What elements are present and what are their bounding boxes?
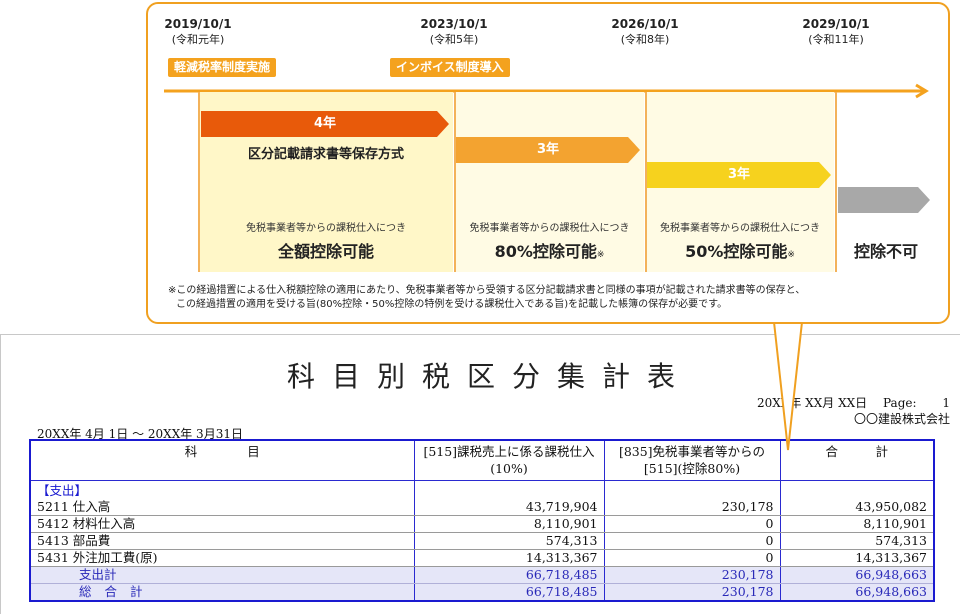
- footnote: ※この経過措置による仕入税額控除の適用にあたり、免税事業者等から受領する区分記載…: [168, 284, 938, 312]
- date-2019: 2019/10/1 (令和元年): [164, 17, 232, 46]
- date-2026: 2026/10/1 (令和8年): [611, 17, 679, 46]
- exempt-amount: 0: [603, 549, 780, 567]
- page-label: Page:: [883, 396, 917, 410]
- account-name: 外注加工費(原): [72, 549, 158, 565]
- account-name: 材料仕入高: [72, 515, 136, 531]
- result-none: 控除不可: [853, 242, 918, 261]
- tax-category-report: 科目別税区分集計表 20XX年 XX月 XX日 Page: 1 〇〇建設株式会社…: [0, 334, 960, 614]
- ledger-table: 科 目 [515]課税売上に係る課税仕入(10%) [835]免税事業者等からの…: [29, 439, 935, 602]
- exempt-amount: 230,178: [603, 498, 780, 516]
- exempt-amount: 0: [603, 515, 780, 533]
- date-2023: 2023/10/1 (令和5年): [420, 17, 488, 46]
- page-number: 1: [942, 396, 950, 410]
- footnote-line-1: ※この経過措置による仕入税額控除の適用にあたり、免税事業者等から受領する区分記載…: [168, 285, 806, 296]
- account-name: 仕入高: [72, 498, 111, 514]
- account-code: 5211: [37, 498, 69, 514]
- subtotal-total: 66,948,663: [779, 566, 934, 584]
- note-50: 免税事業者等からの課税仕入につき: [660, 223, 820, 234]
- result-80: 80%控除可能※: [494, 242, 605, 261]
- grand-total-total: 66,948,663: [779, 583, 934, 601]
- note-full: 免税事業者等からの課税仕入につき: [246, 223, 406, 234]
- header-account: 科 目: [30, 440, 414, 481]
- section-row: 【支出】: [30, 480, 934, 499]
- result-full: 全額控除可能: [277, 242, 374, 261]
- period-arrow-4y: 4年: [201, 111, 449, 137]
- total-amount: 43,950,082: [779, 498, 934, 516]
- account-code: 5431: [37, 549, 69, 565]
- total-amount: 8,110,901: [779, 515, 934, 533]
- subtotal-label: 支出計: [30, 566, 414, 584]
- report-title: 科目別税区分集計表: [286, 360, 692, 393]
- period-arrow-3y-a: 3年: [456, 137, 640, 163]
- method-label: 区分記載請求書等保存方式: [247, 147, 404, 162]
- taxable-amount: 43,719,904: [413, 498, 604, 516]
- tag-invoice-system: インボイス制度導入: [390, 58, 510, 77]
- table-row[interactable]: 5412 材料仕入高 8,110,901 0 8,110,901: [30, 515, 934, 533]
- subtotal-exempt: 230,178: [603, 566, 780, 584]
- period-arrow-3y-b: 3年: [647, 162, 831, 188]
- total-amount: 14,313,367: [779, 549, 934, 567]
- exempt-amount: 0: [603, 532, 780, 550]
- callout-pointer: [772, 319, 804, 451]
- taxable-amount: 8,110,901: [413, 515, 604, 533]
- footnote-line-2: この経過措置の適用を受ける旨(80%控除・50%控除の特例を受ける課税仕入である…: [176, 299, 728, 310]
- date-2029: 2029/10/1 (令和11年): [802, 17, 870, 46]
- table-row[interactable]: 5413 部品費 574,313 0 574,313: [30, 532, 934, 550]
- note-80: 免税事業者等からの課税仕入につき: [469, 223, 630, 234]
- taxable-amount: 14,313,367: [413, 549, 604, 567]
- account-code: 5412: [37, 515, 69, 531]
- account-name: 部品費: [72, 532, 111, 548]
- account-code: 5413: [37, 532, 69, 548]
- grand-total-taxable: 66,718,485: [413, 583, 604, 601]
- table-row[interactable]: 5431 外注加工費(原) 14,313,367 0 14,313,367: [30, 549, 934, 567]
- subtotal-taxable: 66,718,485: [413, 566, 604, 584]
- header-exempt: [835]免税事業者等からの[515](控除80%): [603, 440, 780, 481]
- section-label: 【支出】: [37, 482, 88, 498]
- header-taxable: [515]課税売上に係る課税仕入(10%): [413, 440, 604, 481]
- table-row[interactable]: 5211 仕入高 43,719,904 230,178 43,950,082: [30, 498, 934, 516]
- result-50: 50%控除可能※: [685, 242, 795, 261]
- total-amount: 574,313: [779, 532, 934, 550]
- taxable-amount: 574,313: [413, 532, 604, 550]
- grand-total-exempt: 230,178: [603, 583, 780, 601]
- subtotal-row[interactable]: 支出計 66,718,485 230,178 66,948,663: [30, 566, 934, 584]
- grand-total-label: 総合計: [79, 583, 156, 599]
- tag-reduced-tax-rate: 軽減税率制度実施: [168, 58, 277, 77]
- period-arrow-none: [838, 187, 930, 213]
- grand-total-row[interactable]: 総合計 66,718,485 230,178 66,948,663: [30, 583, 934, 601]
